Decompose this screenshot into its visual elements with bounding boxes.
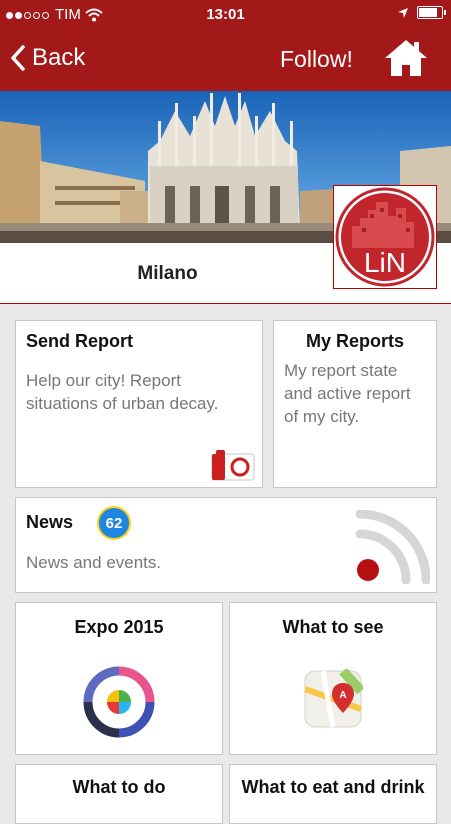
rss-icon <box>356 510 430 584</box>
news-title: News <box>26 512 74 532</box>
city-logo: LiN <box>333 185 437 289</box>
news-tile[interactable]: News 62 News and events. <box>15 497 437 593</box>
city-name: Milano <box>137 263 198 284</box>
map-pin-icon: A <box>303 669 363 728</box>
what-to-see-tile[interactable]: What to see A <box>229 602 437 755</box>
nav-bar: Back Follow! <box>0 28 451 91</box>
my-reports-description: My report state and active report of my … <box>284 361 411 426</box>
my-reports-title: My Reports <box>305 331 404 351</box>
location-arrow-icon <box>398 7 408 18</box>
expo-tile[interactable]: Expo 2015 <box>15 602 223 755</box>
city-logo-text: LiN <box>364 247 406 278</box>
news-count-badge: 62 <box>97 506 131 540</box>
back-label: Back <box>32 44 86 71</box>
camera-icon <box>211 450 255 481</box>
back-button[interactable]: Back <box>10 44 85 72</box>
battery-icon <box>417 6 446 19</box>
status-right <box>397 6 446 19</box>
news-description: News and events. <box>26 553 162 572</box>
my-reports-tile[interactable]: My Reports My report state and active re… <box>273 320 437 488</box>
what-to-do-title: What to do <box>72 777 166 797</box>
chevron-left-icon <box>11 45 25 71</box>
send-report-tile[interactable]: Send Report Help our city! Report situat… <box>15 320 263 488</box>
home-icon <box>385 40 427 76</box>
svg-text:A: A <box>339 690 346 701</box>
send-report-description: Help our city! Report situations of urba… <box>26 371 219 413</box>
clock: 13:01 <box>206 6 245 23</box>
status-bar: TIM 13:01 <box>0 0 451 28</box>
what-to-do-tile[interactable]: What to do <box>15 764 223 824</box>
expo-logo-icon <box>83 666 155 738</box>
what-to-eat-tile[interactable]: What to eat and drink <box>229 764 437 824</box>
home-button[interactable] <box>383 38 429 83</box>
what-to-eat-title: What to eat and drink <box>241 777 425 797</box>
follow-button[interactable]: Follow! <box>280 46 353 73</box>
expo-title: Expo 2015 <box>74 617 164 637</box>
what-to-see-title: What to see <box>282 617 384 637</box>
send-report-title: Send Report <box>26 331 134 351</box>
